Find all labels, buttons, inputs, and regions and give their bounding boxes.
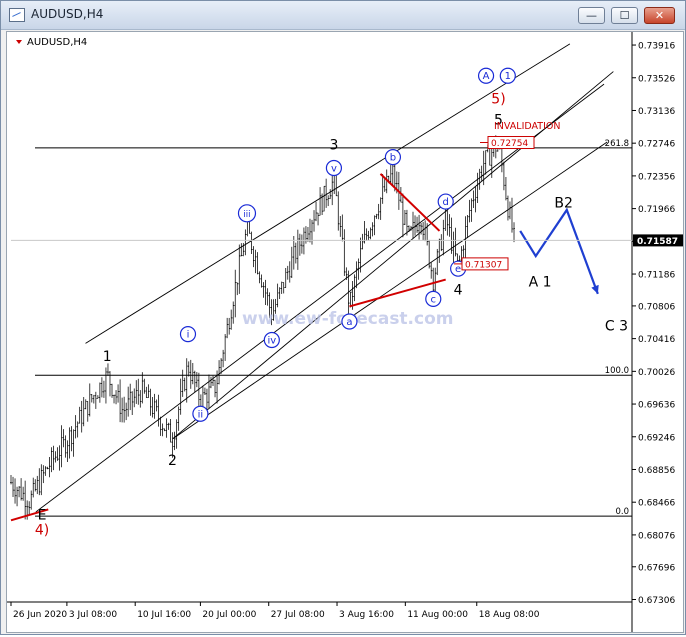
- wave-label: iii: [243, 210, 250, 220]
- y-tick-label: 0.73136: [638, 107, 675, 117]
- close-icon: ✕: [654, 9, 665, 22]
- symbol-header: AUDUSD,H4: [16, 37, 87, 48]
- x-tick-label: 20 Jul 00:00: [202, 610, 256, 620]
- fib-level-label: 0.0: [615, 507, 629, 517]
- red-trendlines: [10, 173, 446, 522]
- y-tick-label: 0.70806: [638, 302, 675, 312]
- channel-line: [172, 141, 608, 440]
- wave-labels: E4)12iiiiiiiv3vabcd4e55)A 1A 1B2C 3: [35, 67, 628, 539]
- chart-area[interactable]: 261.8100.00.0 www.ew-forecast.com E4)12i…: [6, 31, 684, 633]
- y-tick-label: 0.71966: [638, 205, 675, 215]
- chart-window: AUDUSD,H4 — ☐ ✕ 261.8100.00.0 www.ew-for…: [0, 0, 686, 635]
- maximize-button[interactable]: ☐: [611, 7, 638, 24]
- wave-label: B2: [554, 195, 573, 211]
- fib-level-label: 100.0: [605, 366, 629, 376]
- x-tick-label: 27 Jul 08:00: [271, 610, 325, 620]
- invalidation-label: INVALIDATION: [494, 121, 561, 132]
- x-tick-label: 26 Jun 2020: [13, 610, 67, 620]
- y-tick-label: 0.73916: [638, 42, 675, 52]
- wave-label: a: [346, 317, 352, 328]
- y-tick-label: 0.73526: [638, 74, 675, 84]
- wave-label: 4: [454, 283, 463, 299]
- wave-label: E: [38, 507, 47, 523]
- price-chart[interactable]: 261.8100.00.0 www.ew-forecast.com E4)12i…: [7, 32, 683, 632]
- x-tick-label: 10 Jul 16:00: [137, 610, 191, 620]
- trend-channels: [35, 43, 614, 513]
- wave-label: i: [187, 330, 190, 341]
- x-tick-label: 11 Aug 00:00: [407, 610, 468, 620]
- wave-label: C 3: [605, 319, 628, 335]
- wave-label: A: [483, 71, 490, 82]
- close-button[interactable]: ✕: [644, 7, 675, 24]
- minimize-icon: —: [586, 9, 597, 22]
- fib-level-label: 261.8: [605, 139, 629, 149]
- chart-window-icon: [9, 8, 25, 22]
- channel-line: [85, 43, 571, 344]
- y-tick-label: 0.72746: [638, 140, 675, 150]
- symbol-dropdown-icon[interactable]: [16, 40, 22, 44]
- maximize-icon: ☐: [619, 9, 630, 22]
- y-tick-label: 0.70026: [638, 368, 675, 378]
- y-tick-label: 0.69246: [638, 433, 675, 443]
- wave-label: 1: [103, 349, 112, 365]
- wave-label: 5): [491, 91, 505, 107]
- current-price-label: 0.71587: [637, 237, 678, 247]
- wave-label: 2: [168, 453, 177, 469]
- x-tick-label: 18 Aug 08:00: [479, 610, 540, 620]
- wave-label: b: [390, 153, 396, 164]
- wave-label: d: [443, 197, 449, 208]
- price-tag-label: 0.72754: [491, 139, 528, 149]
- y-tick-label: 0.67696: [638, 563, 675, 573]
- x-tick-label: 3 Aug 16:00: [339, 610, 394, 620]
- y-tick-label: 0.67306: [638, 596, 675, 606]
- title-bar[interactable]: AUDUSD,H4 — ☐ ✕: [1, 1, 685, 30]
- y-tick-label: 0.68466: [638, 499, 675, 509]
- y-tick-label: 0.70416: [638, 335, 675, 345]
- y-tick-label: 0.71186: [638, 271, 675, 281]
- y-tick-label: 0.72356: [638, 172, 675, 182]
- wave-label: 1: [505, 71, 511, 82]
- wave-label: c: [431, 294, 437, 305]
- y-tick-label: 0.69636: [638, 401, 675, 411]
- wave-label: 4): [35, 523, 49, 539]
- symbol-label: AUDUSD,H4: [27, 37, 87, 48]
- wave-label: v: [331, 164, 337, 175]
- x-tick-label: 3 Jul 08:00: [69, 610, 118, 620]
- window-title: AUDUSD,H4: [31, 7, 104, 21]
- y-tick-label: 0.68076: [638, 531, 675, 541]
- red-trendline: [379, 173, 441, 232]
- wave-label: iv: [267, 335, 276, 346]
- wave-label: 3: [329, 138, 338, 154]
- time-axis: 26 Jun 2020 3 Jul 08:00 10 Jul 16:00 20 Jul…: [7, 601, 632, 620]
- wave-label: e: [455, 264, 461, 275]
- minimize-button[interactable]: —: [578, 7, 605, 24]
- wave-label: A 1: [529, 274, 552, 290]
- price-axis: 0.73916 0.73526 0.73136 0.72746 0.72356 0.719…: [11, 32, 683, 632]
- price-tag-label: 0.71307: [465, 260, 502, 270]
- wave-label: ii: [198, 409, 204, 420]
- y-tick-label: 0.68856: [638, 466, 675, 476]
